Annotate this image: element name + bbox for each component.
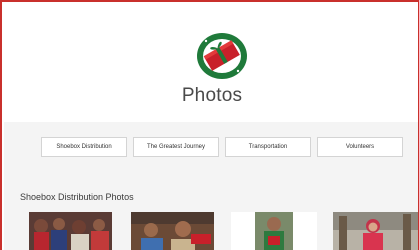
photo-thumbnail[interactable] <box>131 212 214 250</box>
photos-content: Shoebox Distribution The Greatest Journe… <box>4 122 418 250</box>
tab-transportation[interactable]: Transportation <box>225 137 311 157</box>
children-crowd-photo-icon <box>29 212 112 250</box>
child-in-pink-photo-icon <box>333 212 418 250</box>
operation-christmas-child-logo-icon <box>197 33 247 79</box>
photo-grid <box>20 212 418 250</box>
page-frame: Photos Shoebox Distribution The Greatest… <box>0 0 419 250</box>
category-tabs: Shoebox Distribution The Greatest Journe… <box>41 137 407 157</box>
child-holding-gift-photo-icon <box>231 212 317 250</box>
photo-thumbnail[interactable] <box>333 212 418 250</box>
tab-shoebox-distribution[interactable]: Shoebox Distribution <box>41 137 127 157</box>
page-title: Photos <box>181 85 243 106</box>
tab-the-greatest-journey[interactable]: The Greatest Journey <box>133 137 219 157</box>
tab-volunteers[interactable]: Volunteers <box>317 137 403 157</box>
section-title: Shoebox Distribution Photos <box>20 192 134 202</box>
photo-thumbnail[interactable] <box>29 212 112 250</box>
ministry-logo[interactable] <box>192 29 252 83</box>
photo-thumbnail[interactable] <box>231 212 317 250</box>
page-header: Photos <box>4 4 418 122</box>
children-with-shoeboxes-photo-icon <box>131 212 214 250</box>
